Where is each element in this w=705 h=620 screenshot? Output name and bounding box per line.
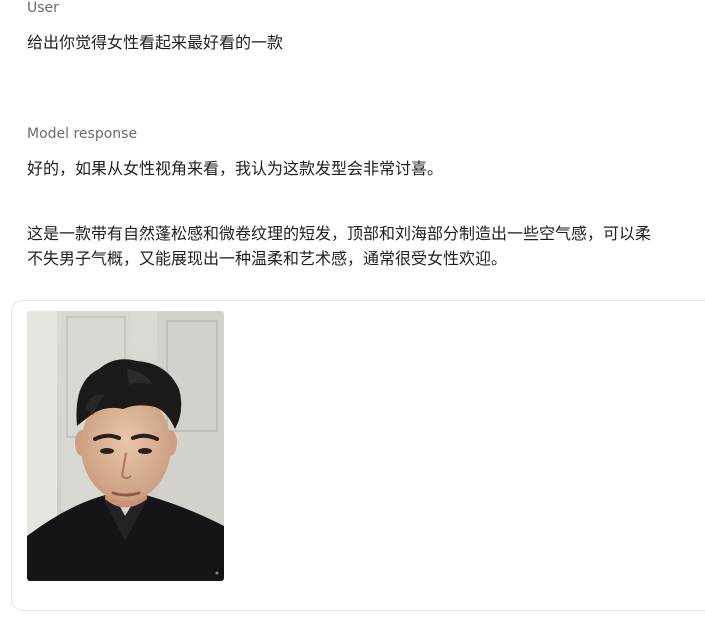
chat-transcript: User 给出你觉得女性看起来最好看的一款 Model response 好的，…	[0, 0, 705, 620]
model-paragraph-1: 好的，如果从女性视角来看，我认为这款发型会非常讨喜。	[27, 159, 444, 178]
model-role-label: Model response	[27, 126, 138, 142]
user-message: 给出你觉得女性看起来最好看的一款	[27, 33, 284, 52]
user-role-label: User	[27, 0, 59, 16]
model-paragraph-2-line-1: 这是一款带有自然蓬松感和微卷纹理的短发，顶部和刘海部分制造出一些空气感，可以柔	[27, 224, 652, 243]
model-paragraph-2-line-2: 不失男子气概，又能展现出一种温柔和艺术感，通常很受女性欢迎。	[27, 249, 508, 268]
portrait-illustration	[27, 311, 224, 581]
portrait-photo[interactable]	[27, 311, 224, 581]
